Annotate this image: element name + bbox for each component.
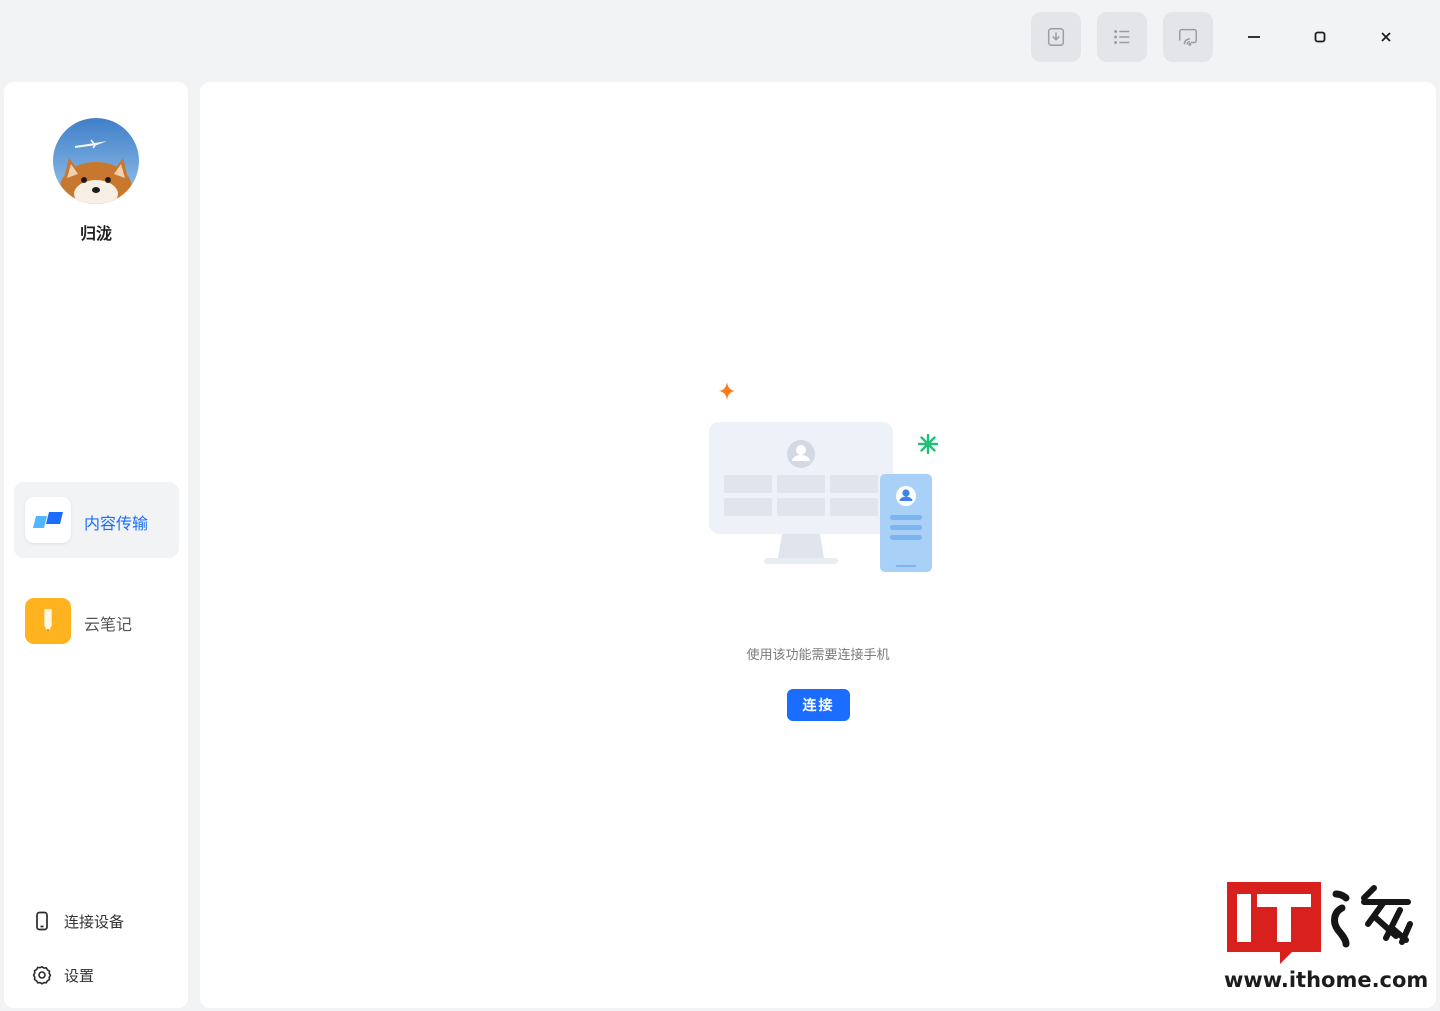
sidebar-item-label: 内容传输 (84, 514, 149, 533)
screen-cast-button[interactable] (1163, 12, 1213, 62)
computer-phone-illustration (700, 372, 960, 582)
screen-cast-icon (1179, 28, 1197, 46)
avatar[interactable] (53, 118, 139, 204)
maximize-button[interactable] (1303, 20, 1337, 54)
sidebar-item-label: 连接设备 (64, 912, 125, 931)
connect-button[interactable]: 连接 (787, 689, 850, 721)
main-panel: 使用该功能需要连接手机 连接 (200, 82, 1436, 1008)
minimize-button[interactable] (1237, 20, 1271, 54)
download-button[interactable] (1031, 12, 1081, 62)
sidebar-item-label: 设置 (64, 966, 95, 985)
maximize-icon (1314, 31, 1326, 43)
close-icon (1381, 32, 1391, 42)
cloud-note-icon (25, 598, 71, 644)
watermark: www.ithome.com (1224, 880, 1429, 1000)
list-icon (1114, 30, 1130, 44)
watermark-url: www.ithome.com (1224, 968, 1429, 992)
sidebar-item-connect-device[interactable]: 连接设备 (32, 909, 124, 933)
list-button[interactable] (1097, 12, 1147, 62)
content-transfer-icon (25, 497, 71, 543)
close-button[interactable] (1369, 20, 1403, 54)
sidebar-item-label: 云笔记 (84, 615, 133, 634)
gear-icon (32, 965, 52, 985)
sidebar-item-cloud-note[interactable]: 云笔记 (14, 583, 179, 659)
ithome-logo (1227, 882, 1413, 964)
sidebar-item-content-transfer[interactable]: 内容传输 (14, 482, 179, 558)
empty-state-message: 使用该功能需要连接手机 (746, 648, 890, 663)
sidebar: 归泷 内容传输 云笔记 连接设备 设置 (4, 82, 188, 1008)
sidebar-item-settings[interactable]: 设置 (32, 963, 94, 987)
username: 归泷 (79, 224, 112, 243)
download-icon (1047, 28, 1065, 46)
minimize-icon (1248, 36, 1260, 38)
title-bar (0, 0, 1440, 74)
phone-icon (36, 911, 48, 931)
shiba-dog-avatar (53, 118, 139, 204)
